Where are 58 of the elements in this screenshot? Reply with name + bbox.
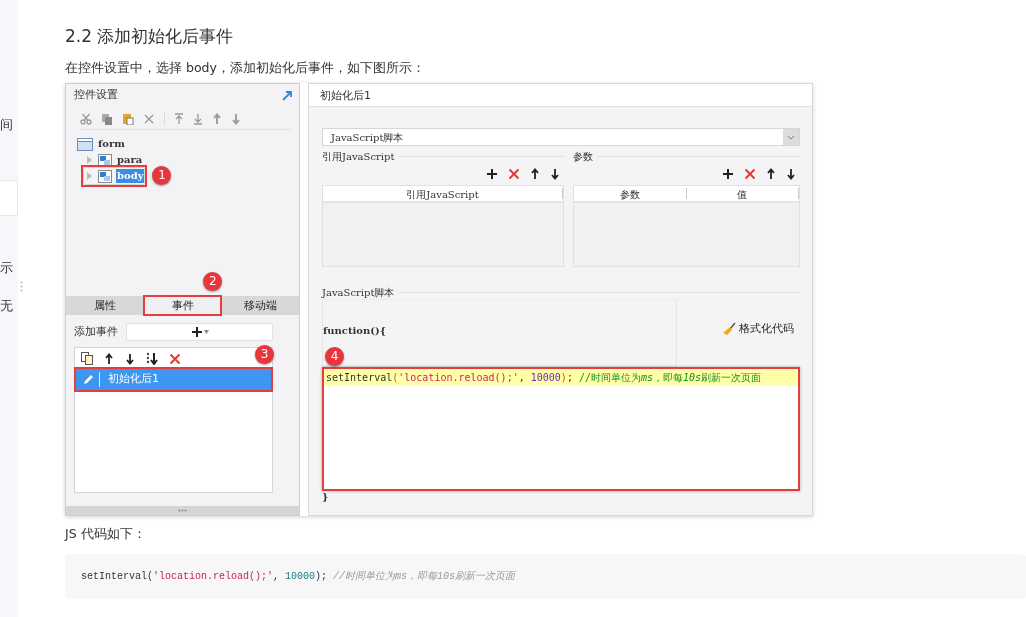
plus-icon xyxy=(190,326,203,338)
tab[interactable]: 移动端 xyxy=(221,296,299,315)
expand-icon[interactable] xyxy=(282,89,293,101)
copy-icon[interactable] xyxy=(101,112,113,125)
callout-badge: 2 xyxy=(203,272,223,291)
callout-badge: 4 xyxy=(325,347,344,366)
arrow-up-icon[interactable] xyxy=(766,168,776,180)
section-title: JavaScript脚本 xyxy=(322,285,395,300)
expand-caret-icon[interactable] xyxy=(84,155,94,165)
arrow-down-icon[interactable] xyxy=(786,168,796,180)
delete-icon[interactable] xyxy=(508,168,520,180)
delete-icon[interactable] xyxy=(744,168,756,180)
expand-caret-icon[interactable] xyxy=(84,171,94,181)
sidebar-text: 无 xyxy=(0,297,14,315)
form-icon xyxy=(77,137,93,151)
callout-badge: 1 xyxy=(152,166,172,185)
column-header: 参数 xyxy=(574,188,687,199)
delete-icon[interactable] xyxy=(169,352,181,365)
paragraph: JS 代码如下： xyxy=(65,525,147,543)
field-label: 添加事件 xyxy=(74,323,118,340)
sidebar-text: 间 xyxy=(0,116,14,134)
tree-node-label[interactable]: para xyxy=(116,153,144,167)
container-icon xyxy=(98,153,112,167)
caret-icon xyxy=(203,330,209,334)
paste-icon[interactable] xyxy=(122,112,134,125)
move-top-icon[interactable] xyxy=(174,112,184,125)
panel-title: 初始化后1 xyxy=(309,84,812,107)
chevron-down-icon xyxy=(787,134,795,140)
dropdown[interactable]: JavaScript脚本 xyxy=(322,128,800,146)
copy-icon[interactable] xyxy=(81,352,93,365)
callout-badge: 3 xyxy=(255,345,274,364)
plus-icon[interactable] xyxy=(486,168,498,180)
input-field[interactable] xyxy=(0,180,18,216)
close-icon[interactable] xyxy=(143,112,155,125)
sidebar-text: 示 xyxy=(0,259,14,277)
plus-icon[interactable] xyxy=(722,168,734,180)
section-title: 引用JavaScript xyxy=(322,149,395,164)
pencil-icon xyxy=(81,373,94,386)
code-text: function(){ xyxy=(323,324,387,338)
arrow-up-icon[interactable] xyxy=(530,168,540,180)
resize-grip-icon[interactable] xyxy=(178,509,187,512)
column-header: 引用JavaScript xyxy=(323,188,563,199)
section-heading: 2.2 添加初始化后事件 xyxy=(65,25,235,47)
section-title: 参数 xyxy=(573,149,593,164)
arrow-down-icon[interactable] xyxy=(550,168,560,180)
arrow-up-icon[interactable] xyxy=(104,352,114,365)
move-bottom-icon[interactable] xyxy=(146,352,158,365)
code-text: } xyxy=(322,491,330,503)
column-header: 值 xyxy=(686,188,799,199)
panel-title: 控件设置 xyxy=(74,87,118,103)
arrow-down-icon[interactable] xyxy=(125,352,135,365)
broom-icon xyxy=(722,321,736,336)
tab[interactable]: 属性 xyxy=(66,296,144,315)
scissors-icon[interactable] xyxy=(80,112,92,125)
paragraph: 在控件设置中，选择 body，添加初始化后事件，如下图所示： xyxy=(65,59,426,77)
container-icon xyxy=(98,169,112,183)
format-code-button[interactable]: 格式化代码 xyxy=(722,320,800,337)
tree-node-label[interactable]: form xyxy=(97,137,126,151)
